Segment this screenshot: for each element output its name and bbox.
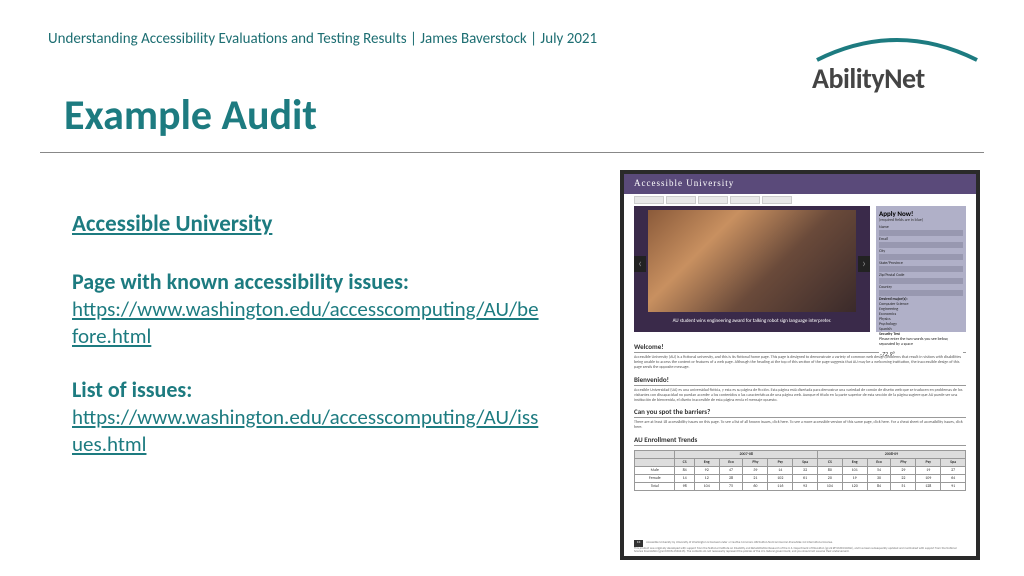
thumb-enrollment-table: 2007-082008-09 CSEngEcoPhyPsySpaCSEngEco… — [634, 450, 966, 491]
thumb-bienvenido-heading: Bienvenido! — [634, 375, 966, 386]
issues-page-label: Page with known accessibility issues: — [72, 268, 542, 296]
accessible-university-link[interactable]: Accessible University — [72, 210, 272, 238]
issues-list-url[interactable]: https://www.washington.edu/accesscomputi… — [72, 404, 542, 459]
thumb-form-title: Apply Now! — [879, 209, 963, 218]
thumb-form-subtitle: (required fields are in blue) — [879, 218, 963, 223]
carousel-prev-icon: ‹ — [634, 256, 646, 272]
logo-text: AbilityNet — [812, 61, 982, 96]
logo-arc-icon — [812, 32, 982, 62]
main-content: Accessible University Page with known ac… — [72, 210, 542, 484]
thumb-apply-form: Apply Now! (required fields are in blue)… — [876, 206, 966, 332]
thumb-carousel-image — [648, 210, 856, 312]
thumb-nav — [624, 194, 976, 204]
abilitynet-logo: AbilityNet — [812, 32, 982, 96]
thumb-barriers-heading: Can you spot the barriers? — [634, 407, 966, 418]
thumb-footer: cc Accessible University by University o… — [634, 540, 966, 554]
thumb-carousel: ‹ › AU student wins engineering award fo… — [634, 206, 870, 332]
thumb-site-title: Accessible University — [624, 174, 976, 194]
carousel-next-icon: › — [858, 256, 870, 272]
thumb-enrollment-heading: AU Enrollment Trends — [634, 435, 966, 446]
issues-list-label: List of issues: — [72, 376, 542, 404]
page-title: Example Audit — [64, 90, 317, 141]
divider — [40, 152, 984, 153]
header-breadcrumb: Understanding Accessibility Evaluations … — [48, 30, 597, 48]
issues-page-url[interactable]: https://www.washington.edu/accesscomputi… — [72, 296, 542, 351]
screenshot-thumbnail: Accessible University ‹ › AU student win… — [620, 170, 980, 560]
thumb-carousel-caption: AU student wins engineering award for ta… — [648, 316, 856, 330]
